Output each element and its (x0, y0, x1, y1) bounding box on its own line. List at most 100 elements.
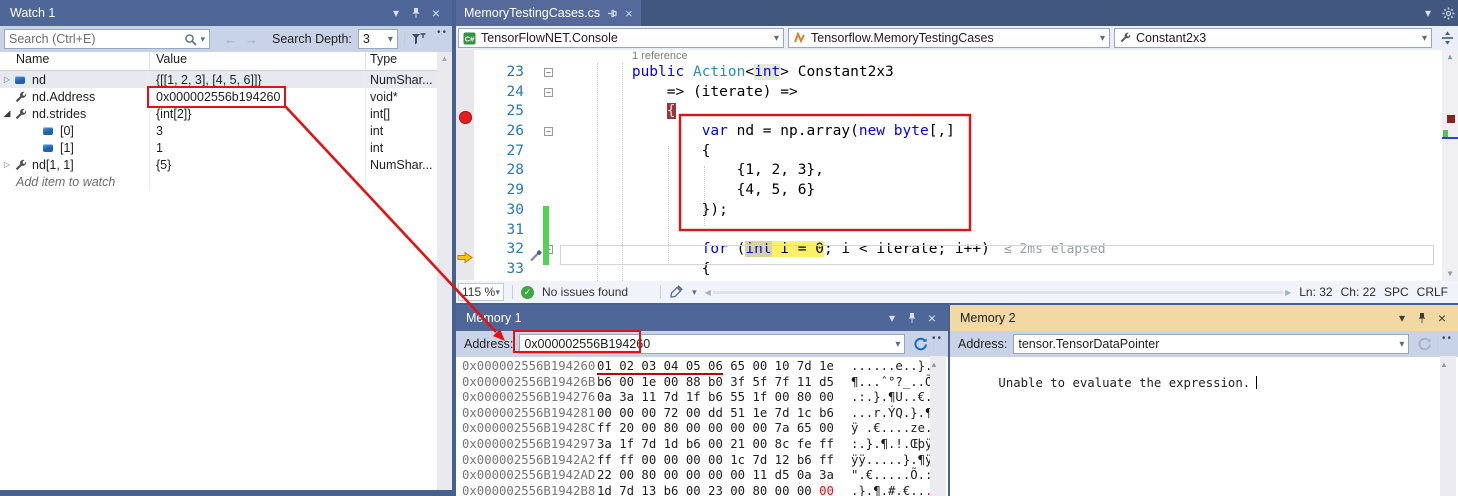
memory2-message-area[interactable]: Unable to evaluate the expression. (950, 357, 1458, 407)
watch-value[interactable]: {5} (156, 158, 171, 172)
scroll-up-icon[interactable]: ▲ (1442, 50, 1458, 64)
memory-row[interactable]: 0x000002556B19426Bb6 00 1e 00 88 b0 3f 5… (456, 375, 948, 391)
code-line-32[interactable]: 32− for (int i = 0; i < iterate; i++)≤ 2… (456, 240, 1458, 260)
memory1-address-input[interactable]: 0x000002556B194260 ▾ (519, 334, 905, 354)
code-line-24[interactable]: 24− => (iterate) => (456, 83, 1458, 103)
scroll-right-icon[interactable]: ▶ (1285, 288, 1291, 297)
add-item-to-watch[interactable]: Add item to watch (0, 175, 115, 189)
toolbar-overflow-icon[interactable]: •• (932, 334, 943, 344)
line-number[interactable]: 31 (474, 221, 532, 241)
scroll-left-icon[interactable]: ◀ (705, 288, 711, 297)
memory-row[interactable]: 0x000002556B19428Cff 20 00 80 00 00 00 0… (456, 421, 948, 437)
code-line-25[interactable]: 25 { (456, 102, 1458, 122)
memory1-scrollbar[interactable]: ▲ (930, 356, 946, 496)
code-line-29[interactable]: 29 {4, 5, 6} (456, 181, 1458, 201)
watch-row[interactable]: [0]3int (0, 122, 452, 139)
watch-value[interactable]: {[[1, 2, 3], [4, 5, 6]]} (156, 73, 262, 87)
forward-arrow-icon[interactable]: → (245, 32, 258, 47)
memory-row[interactable]: 0x000002556B1942AD22 00 80 00 00 00 00 1… (456, 468, 948, 484)
line-number[interactable]: 32 (474, 240, 532, 260)
memory-row[interactable]: 0x000002556B1942A2ff ff 00 00 00 00 1c 7… (456, 453, 948, 469)
expander-icon[interactable]: ▷ (0, 75, 14, 84)
line-number[interactable]: 27 (474, 142, 532, 162)
tab-memorytestingcases[interactable]: MemoryTestingCases.cs × (456, 0, 641, 26)
memory1-titlebar[interactable]: Memory 1 ▾ × (456, 305, 948, 331)
code-area[interactable]: 1 reference23− public Action<int> Consta… (456, 50, 1458, 281)
line-number[interactable]: 30 (474, 201, 532, 221)
filter-icon[interactable] (411, 32, 426, 46)
column-header-name[interactable]: Name (0, 52, 150, 70)
memory-row[interactable]: 0x000002556B19428100 00 00 72 00 dd 51 1… (456, 406, 948, 422)
watch-row[interactable]: ▷nd[1, 1]{5}NumShar... (0, 156, 452, 173)
class-dropdown[interactable]: Tensorflow.MemoryTestingCases ▾ (788, 28, 1110, 48)
column-header-value[interactable]: Value (150, 52, 366, 70)
issues-status-text[interactable]: No issues found (542, 285, 628, 299)
pin-icon[interactable] (607, 8, 618, 19)
scroll-down-icon[interactable]: ▼ (1442, 267, 1458, 281)
watch-value-annotated[interactable]: 0x000002556b194260 (156, 90, 280, 104)
code-line-26[interactable]: 26− var nd = np.array(new byte[,] (456, 122, 1458, 142)
window-position-icon[interactable]: ▾ (882, 308, 902, 328)
watch-scrollbar[interactable]: ▲ (437, 52, 452, 490)
collapse-region-icon[interactable]: − (544, 88, 553, 97)
code-line-31[interactable]: 31 (456, 221, 1458, 241)
watch-value[interactable]: 3 (156, 124, 163, 138)
collapse-region-icon[interactable]: − (544, 127, 553, 136)
scroll-up-icon[interactable]: ▲ (437, 52, 452, 66)
memory2-scrollbar[interactable]: ▲ (1440, 356, 1456, 496)
close-icon[interactable]: × (1432, 308, 1452, 328)
line-number[interactable]: 33 (474, 260, 532, 280)
breakpoint-icon[interactable] (459, 111, 472, 124)
zoom-level-select[interactable]: 115 % ▾ (458, 283, 504, 301)
line-number[interactable]: 25 (474, 102, 532, 122)
memory1-hex-dump[interactable]: 0x000002556B19426001 02 03 04 05 06 65 0… (456, 357, 948, 496)
toolbar-overflow-icon[interactable]: •• (437, 28, 448, 38)
memory-row[interactable]: 0x000002556B1942973a 1f 7d 1d b6 00 21 0… (456, 437, 948, 453)
code-line-33[interactable]: 33 { (456, 260, 1458, 280)
search-options-chevron-icon[interactable]: ▾ (200, 34, 205, 45)
watch-row[interactable]: ▷nd{[[1, 2, 3], [4, 5, 6]]}NumShar... (0, 71, 452, 88)
expander-icon[interactable]: ▷ (0, 160, 14, 169)
code-line-30[interactable]: 30 }); (456, 201, 1458, 221)
scroll-up-icon[interactable]: ▲ (930, 360, 938, 369)
code-line-28[interactable]: 28 {1, 2, 3}, (456, 161, 1458, 181)
code-line-27[interactable]: 27 { (456, 142, 1458, 162)
memory-row[interactable]: 0x000002556B1942B81d 7d 13 b6 00 23 00 8… (456, 484, 948, 496)
back-arrow-icon[interactable]: ← (224, 32, 237, 47)
split-editor-icon[interactable] (1438, 28, 1456, 48)
chevron-down-icon[interactable]: ▾ (692, 287, 697, 298)
search-input[interactable]: Search (Ctrl+E) ▾ (4, 29, 210, 49)
pin-icon[interactable] (902, 308, 922, 328)
close-icon[interactable]: × (922, 308, 942, 328)
refresh-icon[interactable] (913, 337, 928, 352)
collapse-region-icon[interactable]: − (544, 68, 553, 77)
line-number[interactable]: 24 (474, 83, 532, 103)
memory2-titlebar[interactable]: Memory 2 ▾ × (950, 305, 1458, 331)
line-number[interactable]: 26 (474, 122, 532, 142)
watch-value[interactable]: {int[2]} (156, 107, 191, 121)
expander-icon[interactable]: ◢ (0, 108, 14, 119)
line-number[interactable]: 29 (474, 181, 532, 201)
watch-row[interactable]: [1]1int (0, 139, 452, 156)
code-line-23[interactable]: 23− public Action<int> Constant2x3 (456, 63, 1458, 83)
toolbar-overflow-icon[interactable]: •• (1442, 334, 1453, 344)
codelens-references[interactable]: 1 reference (562, 50, 688, 63)
line-number[interactable]: 28 (474, 161, 532, 181)
watch-value[interactable]: 1 (156, 141, 163, 155)
code-cleanup-broom-icon[interactable] (669, 285, 684, 299)
search-depth-select[interactable]: 3 ▾ (358, 29, 398, 49)
watch-titlebar[interactable]: Watch 1 ▾ × (0, 0, 452, 26)
watch-column-headers[interactable]: Name Value Type (0, 52, 452, 71)
editor-scrollbar[interactable]: ▲ ▼ (1442, 50, 1458, 281)
pin-icon[interactable] (1412, 308, 1432, 328)
watch-row[interactable]: Add item to watch (0, 173, 452, 190)
member-dropdown[interactable]: Constant2x3 ▾ (1114, 28, 1432, 48)
watch-row[interactable]: ◢nd.strides{int[2]}int[] (0, 105, 452, 122)
project-dropdown[interactable]: C# TensorFlowNET.Console ▾ (458, 28, 784, 48)
memory-row[interactable]: 0x000002556B1942760a 3a 11 7d 1f b6 55 1… (456, 390, 948, 406)
close-icon[interactable]: × (625, 6, 633, 21)
scroll-up-icon[interactable]: ▲ (1440, 360, 1448, 369)
pin-icon[interactable] (406, 3, 426, 23)
memory-row[interactable]: 0x000002556B19426001 02 03 04 05 06 65 0… (456, 359, 948, 375)
line-number[interactable]: 23 (474, 63, 532, 83)
